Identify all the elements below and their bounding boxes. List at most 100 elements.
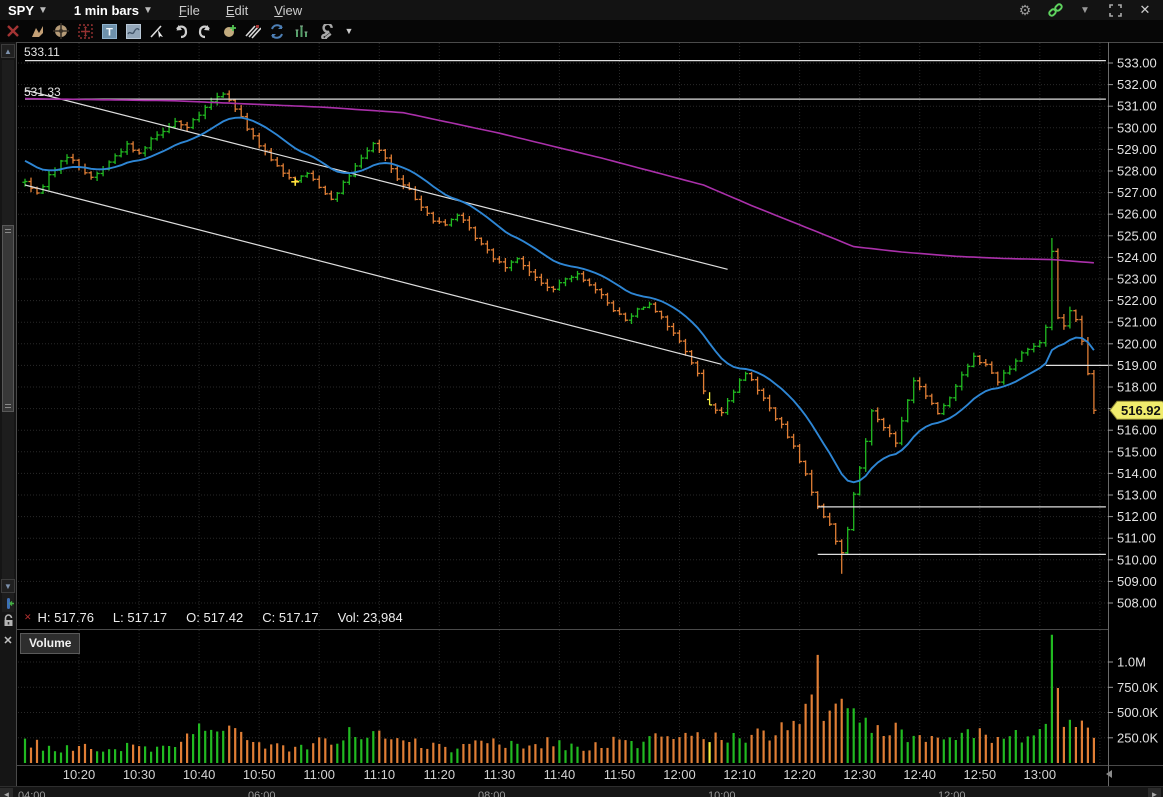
ohlc-bar[interactable] [238,105,244,119]
ohlc-bar[interactable] [905,399,911,423]
ohlc-bar[interactable] [250,127,256,140]
ohlc-bar[interactable] [304,171,310,178]
ohlc-bar[interactable] [370,141,376,153]
ohlc-bar[interactable] [442,219,448,227]
ohlc-bar[interactable] [436,217,442,224]
volume-axis[interactable]: 1.0M 750.0K 500.0K 250.0K [1108,655,1159,746]
ohlc-bar[interactable] [418,195,424,211]
ohlc-bar[interactable] [929,393,935,406]
ohlc-bar[interactable] [160,127,166,139]
ohlc-bar[interactable] [695,360,701,377]
ohlc-bar[interactable] [268,148,274,162]
ohlc-bar[interactable] [701,369,707,395]
ohlc-bar[interactable] [184,121,190,132]
ohlc-bar[interactable] [580,271,587,283]
ohlc-bar[interactable] [256,132,262,149]
ohlc-bar[interactable] [755,376,761,395]
chart-canvas[interactable]: 533.00 532.00 531.00 530.00 529.00 528.00 527.… [0,0,1163,797]
ohlc-bar[interactable] [833,523,839,545]
ohlc-bar[interactable] [244,112,250,132]
ohlc-bar[interactable] [148,136,154,151]
ohlc-bar[interactable] [652,302,659,313]
ohlc-bar[interactable] [676,329,683,344]
ohlc-bar[interactable] [514,257,520,264]
ohlc-bar[interactable] [797,443,803,464]
ohlc-bar[interactable] [178,120,184,130]
ohlc-bar[interactable] [1091,370,1097,414]
ohlc-bar[interactable] [725,398,731,415]
ohlc-bar[interactable] [190,117,196,130]
ohlc-bar[interactable] [707,392,713,406]
ohlc-bar[interactable] [917,377,923,391]
ohlc-bar[interactable] [845,526,851,555]
ohlc-bar[interactable] [670,323,677,336]
ohlc-bar[interactable] [953,384,959,402]
ohlc-bar[interactable] [646,301,653,309]
ohlc-bar[interactable] [977,355,983,365]
ohlc-bar[interactable] [1001,369,1007,385]
ohlc-bar[interactable] [887,424,893,438]
ohlc-bar[interactable] [995,371,1001,386]
ohlc-bar[interactable] [508,260,514,272]
ohlc-bar[interactable] [502,258,508,272]
volume-pane-label[interactable]: Volume [20,633,81,654]
ohlc-bar[interactable] [520,256,526,270]
ohlc-bar[interactable] [466,216,472,231]
ohlc-bar[interactable] [562,277,569,287]
ohlc-bar[interactable] [959,371,965,391]
ohlc-bar[interactable] [28,177,34,193]
ohlc-bars-layer[interactable] [22,90,1097,574]
ohlc-bar[interactable] [334,192,340,202]
ohlc-bar[interactable] [166,123,172,134]
ohlc-bar[interactable] [94,171,100,181]
ohlc-bar[interactable] [899,416,905,446]
ohlc-bar[interactable] [731,389,737,403]
ohlc-bar[interactable] [869,409,875,446]
ohlc-bar[interactable] [118,148,124,158]
ohlc-bar[interactable] [310,170,316,182]
ohlc-bar[interactable] [851,491,857,531]
ohlc-bar[interactable] [821,503,827,519]
ohlc-bar[interactable] [328,190,334,201]
ohlc-bar[interactable] [544,278,550,292]
ohlc-bar[interactable] [124,140,130,155]
ohlc-bar[interactable] [737,378,743,394]
ohlc-bar[interactable] [76,158,82,171]
ohlc-bar[interactable] [100,166,106,177]
ohlc-bar[interactable] [664,315,671,331]
ohlc-bar[interactable] [839,539,845,574]
ohlc-bar[interactable] [658,310,665,320]
ohlc-bar[interactable] [893,431,899,448]
ohlc-bar[interactable] [112,153,118,164]
ohlc-bar[interactable] [448,218,454,227]
ohlc-bar[interactable] [376,139,382,153]
ohlc-bar[interactable] [472,226,478,241]
ohlc-bar[interactable] [538,273,544,286]
time-axis[interactable]: 10:20 10:30 10:40 10:50 11:00 11:10 11:20 11:30… [63,767,1112,782]
plus-marker[interactable] [291,177,300,186]
ohlc-bar[interactable] [430,211,436,224]
ohlc-bar[interactable] [226,90,232,102]
ohlc-bar[interactable] [136,148,142,155]
ohlc-bar[interactable] [1055,248,1061,320]
ohlc-bar[interactable] [911,377,917,404]
ohlc-bar[interactable] [598,288,605,299]
ohlc-bar[interactable] [64,154,70,165]
ohlc-bar[interactable] [791,433,797,449]
ohlc-bar[interactable] [556,279,562,291]
ohlc-bar[interactable] [923,383,929,400]
ohlc-bar[interactable] [346,173,352,185]
ohlc-bar[interactable] [1049,238,1055,331]
ohlc-bar[interactable] [82,163,88,175]
ohlc-bar[interactable] [1073,309,1079,323]
ohlc-bar[interactable] [490,248,496,263]
ohlc-bar[interactable] [1019,350,1025,362]
ohlc-bar[interactable] [604,292,611,306]
ohlc-bar[interactable] [382,149,388,162]
ohlc-bar[interactable] [154,131,160,141]
ohlc-bar[interactable] [298,175,304,183]
ohlc-bar[interactable] [947,396,953,408]
ohlc-bar[interactable] [196,111,202,123]
ohlc-bar[interactable] [232,98,238,112]
ohlc-bar[interactable] [863,438,869,472]
